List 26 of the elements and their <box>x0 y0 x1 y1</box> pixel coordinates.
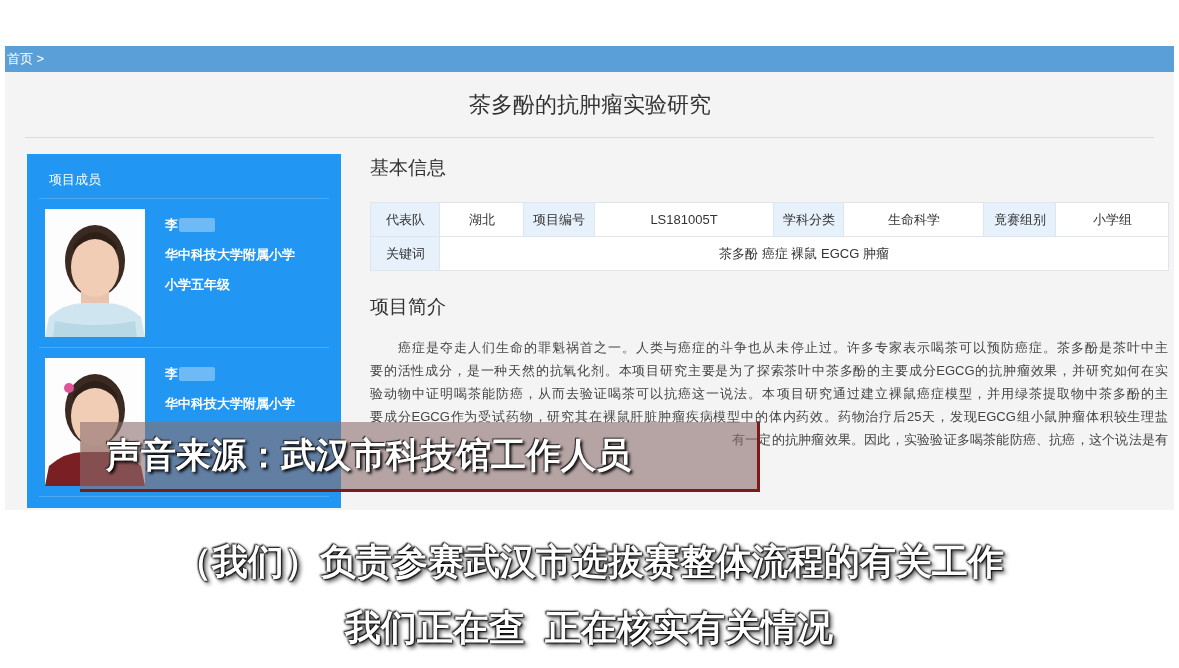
member-school: 华中科技大学附属小学 <box>165 246 295 264</box>
member-surname: 李 <box>165 216 178 235</box>
redaction-blur <box>179 218 215 232</box>
paragraph-line: 要成分EGCG作为受试药物，研究其在裸鼠肝脏肿瘤疾病模型中的体内药效。药物治疗后25天，发现EGCG组小鼠肿瘤体积较生理盐 <box>370 407 1168 426</box>
breadcrumb-link[interactable]: 首页 > <box>7 49 45 69</box>
section-heading: 基本信息 <box>370 156 447 180</box>
field-label: 竟赛组别 <box>983 202 1056 237</box>
panel-heading: 项目成员 <box>49 170 101 189</box>
field-label: 学科分类 <box>773 202 844 237</box>
field-label: 项目编号 <box>523 202 595 237</box>
member-grade: 小学五年级 <box>165 276 231 294</box>
redaction-blur <box>179 367 215 381</box>
paragraph-line: 癌症是夺走人们生命的罪魁祸首之一。人类与癌症的斗争也从未停止过。许多专家表示喝茶可以预防癌症。茶多酚是茶叶中主 <box>398 338 1168 357</box>
keywords-value: 茶多酚 癌症 裸鼠 EGCG 肿瘤 <box>439 236 1169 271</box>
section-heading: 项目简介 <box>370 295 447 319</box>
field-value: 湖北 <box>439 202 524 237</box>
member-school: 华中科技大学附属小学 <box>165 395 295 413</box>
paragraph-line: 验动物中证明喝茶能防癌，从而去验证喝茶可以抗癌这一说法。本项目研究通过建立裸鼠癌症模型，并用绿茶提取物中茶多酚的主 <box>370 384 1168 403</box>
field-value: LS181005T <box>594 202 774 237</box>
page-title: 茶多酚的抗肿瘤实验研究 <box>468 91 711 119</box>
field-label: 代表队 <box>370 202 440 237</box>
field-value: 生命科学 <box>843 202 984 237</box>
field-label: 关键词 <box>370 236 440 271</box>
paragraph-line: 要的活性成分，是一种天然的抗氧化剂。本项目研究主要是为了探索茶叶中茶多酚的主要成分EGCG的抗肿瘤效果，并研究如何在实 <box>370 361 1168 380</box>
member-surname: 李 <box>165 365 178 384</box>
field-value: 小学组 <box>1055 202 1169 237</box>
